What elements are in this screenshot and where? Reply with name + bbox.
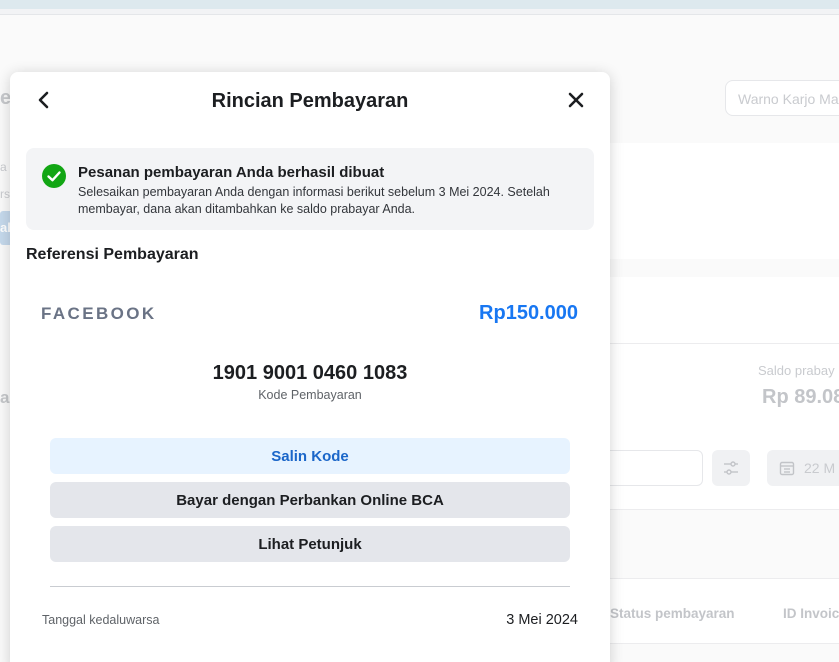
dialog-divider bbox=[50, 586, 570, 587]
column-header-payment-status: Status pembayaran bbox=[610, 606, 735, 621]
transaction-search-input[interactable] bbox=[600, 450, 703, 486]
panel-divider bbox=[600, 343, 839, 344]
sliders-icon bbox=[723, 460, 739, 481]
dialog-header: Rincian Pembayaran bbox=[10, 72, 610, 132]
column-header-invoice-id: ID Invoice bbox=[783, 606, 839, 621]
table-header-divider bbox=[600, 578, 839, 579]
side-text-fragment: a bbox=[0, 160, 7, 174]
dialog-title: Rincian Pembayaran bbox=[211, 90, 409, 112]
payment-code: 1901 9001 0460 1083 bbox=[212, 362, 408, 384]
account-search-input[interactable]: Warno Karjo Ma bbox=[725, 80, 839, 116]
copy-code-button[interactable]: Salin Kode bbox=[50, 438, 570, 474]
balance-value: Rp 89.08 bbox=[762, 386, 839, 408]
success-title: Pesanan pembayaran Anda berhasil dibuat bbox=[78, 164, 385, 181]
expiry-date-label: Tanggal kedaluwarsa bbox=[42, 613, 160, 627]
success-notice: Pesanan pembayaran Anda berhasil dibuat … bbox=[26, 148, 594, 230]
account-search-placeholder: Warno Karjo Ma bbox=[738, 91, 839, 107]
close-icon bbox=[568, 92, 584, 113]
date-filter-button[interactable]: 22 M bbox=[767, 450, 839, 486]
payment-details-dialog: Rincian Pembayaran Pesanan pembayaran An… bbox=[10, 72, 610, 662]
top-bar bbox=[0, 0, 839, 9]
calendar-icon bbox=[779, 460, 795, 481]
merchant-name: FACEBOOK bbox=[41, 304, 157, 323]
check-circle-icon bbox=[42, 164, 66, 188]
expiry-date-value: 3 Mei 2024 bbox=[506, 612, 578, 628]
view-instructions-button[interactable]: Lihat Petunjuk bbox=[50, 526, 570, 562]
pay-bca-online-button[interactable]: Bayar dengan Perbankan Online BCA bbox=[50, 482, 570, 518]
payment-code-label: Kode Pembayaran bbox=[258, 388, 362, 402]
payment-amount: Rp150.000 bbox=[479, 302, 578, 324]
filter-button[interactable] bbox=[712, 450, 750, 486]
date-filter-label: 22 M bbox=[804, 460, 836, 476]
summary-panel bbox=[600, 143, 839, 259]
success-description: Selesaikan pembayaran Anda dengan inform… bbox=[78, 185, 550, 216]
side-text-fragment: rs bbox=[0, 187, 10, 201]
table-row-divider bbox=[600, 643, 839, 644]
table-top-divider bbox=[600, 509, 839, 510]
payment-reference-heading: Referensi Pembayaran bbox=[26, 246, 199, 263]
close-button[interactable] bbox=[564, 90, 588, 114]
balance-label: Saldo prabay bbox=[758, 363, 835, 378]
